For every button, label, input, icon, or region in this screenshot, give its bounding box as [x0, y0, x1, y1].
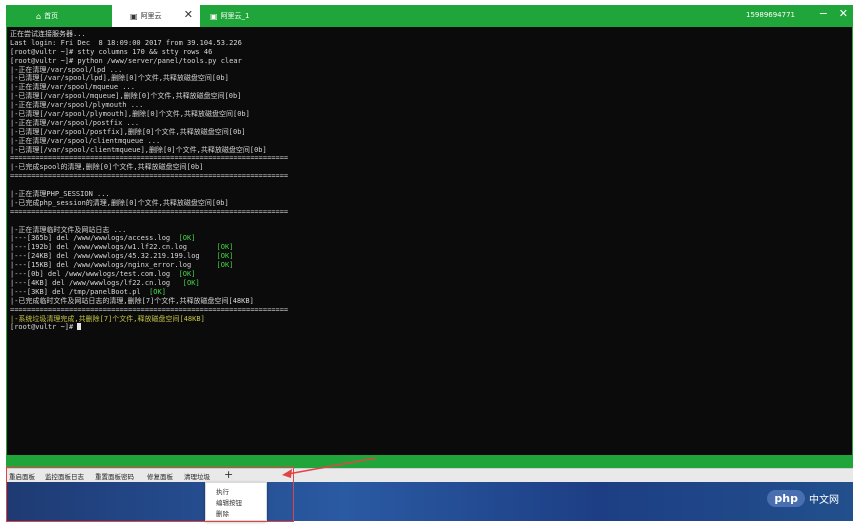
terminal-line: |---[15KB] del /www/wwwlogs/nginx_error.… [10, 261, 234, 270]
terminal-line: |-已清理[/var/spool/postfix],删除[0]个文件,共释放磁盘… [10, 127, 246, 136]
terminal-line: |-正在清理/var/spool/plymouth ... [10, 101, 144, 110]
tab-close-icon[interactable]: ✕ [184, 9, 193, 20]
terminal-line: |-已完成spool的清理,删除[0]个文件,共释放磁盘空间[0b] [10, 163, 204, 172]
terminal-line: |---[365b] del /www/wwwlogs/access.log [… [10, 234, 196, 243]
terminal-output[interactable]: 正在尝试连接服务器... Last login: Fri Dec 8 18:09:… [6, 27, 853, 455]
terminal-line: |-正在清理/var/spool/clientmqueue ... [10, 136, 161, 145]
terminal-cursor [77, 323, 82, 331]
tab-aliyun-1-label: 阿里云_1 [220, 12, 250, 20]
watermark: php 中文网 [767, 490, 839, 507]
terminal-line: |---[192b] del /www/wwwlogs/w1.lf22.cn.l… [10, 243, 234, 252]
terminal-line: |-正在清理/var/spool/postfix ... [10, 118, 140, 127]
terminal-line: Last login: Fri Dec 8 18:09:00 2017 from… [10, 38, 242, 47]
terminal-line: 正在尝试连接服务器... [10, 30, 86, 38]
terminal-line: [root@vultr ~]# python /www/server/panel… [10, 56, 242, 65]
title-bar: ⌂ 首页 ▣ 阿里云 ✕ ▣ 阿里云_1 15989694771 − ✕ [6, 5, 853, 27]
watermark-text: 中文网 [809, 495, 839, 506]
terminal-line: |---[0b] del /www/wwwlogs/test.com.log [… [10, 270, 196, 279]
tab-aliyun[interactable]: ▣ 阿里云 ✕ [112, 5, 200, 27]
terminal-line: |---[3KB] del /tmp/panelBoot.pl [OK] [10, 287, 166, 296]
tab-aliyun-label: 阿里云 [140, 12, 162, 20]
terminal-line: |-正在清理PHP_SESSION ... [10, 190, 110, 199]
annotation-arrow-icon [282, 457, 377, 478]
minimize-icon[interactable]: − [819, 7, 828, 20]
terminal-icon: ▣ [210, 11, 218, 21]
php-logo: php [767, 490, 805, 507]
home-icon: ⌂ [36, 11, 42, 21]
terminal-line: [root@vultr ~]# stty columns 170 && stty… [10, 47, 213, 56]
terminal-line: |-系统垃圾清理完成,共删除[7]个文件,释放磁盘空间[48KB] [10, 314, 205, 323]
terminal-line: |---[4KB] del /www/wwwlogs/lf22.cn.log [… [10, 278, 200, 287]
terminal-line: ========================================… [10, 172, 289, 181]
terminal-line: |-已清理[/var/spool/mqueue],删除[0]个文件,共释放磁盘空… [10, 92, 242, 101]
tab-aliyun-1[interactable]: ▣ 阿里云_1 [210, 5, 290, 27]
terminal-line: |-正在清理临时文件及网站日志 ... [10, 225, 127, 234]
terminal-lines: 正在尝试连接服务器... Last login: Fri Dec 8 18:09:… [10, 30, 288, 332]
terminal-line: ========================================… [10, 207, 289, 216]
annotation-box [6, 466, 294, 522]
tab-home[interactable]: ⌂ 首页 [36, 5, 106, 27]
terminal-line: |-已完成php_session的清理,删除[0]个文件,共释放磁盘空间[0b] [10, 198, 229, 207]
terminal-line: |-已完成临时文件及网站日志的清理,删除[7]个文件,共释放磁盘空间[48KB] [10, 296, 254, 305]
terminal-line: |-已清理[/var/spool/clientmqueue],删除[0]个文件,… [10, 145, 267, 154]
terminal-icon: ▣ [130, 11, 138, 21]
terminal-line: |-正在清理/var/spool/mqueue ... [10, 83, 135, 92]
terminal-line: |-已清理[/var/spool/lpd],删除[0]个文件,共释放磁盘空间[0… [10, 74, 229, 83]
terminal-line: |---[24KB] del /www/wwwlogs/45.32.219.19… [10, 252, 234, 261]
terminal-line: |-已清理[/var/spool/plymouth],删除[0]个文件,共释放磁… [10, 110, 250, 119]
terminal-line: ========================================… [10, 305, 289, 314]
user-phone: 15989694771 [746, 11, 795, 19]
terminal-line: [root@vultr ~]# [10, 323, 288, 332]
tab-home-label: 首页 [44, 12, 59, 20]
close-icon[interactable]: ✕ [839, 7, 848, 20]
